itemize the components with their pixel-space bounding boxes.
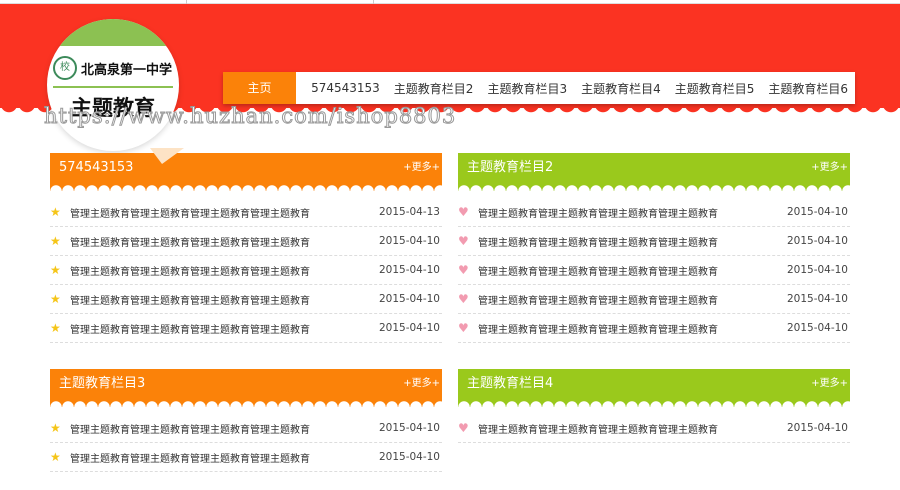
star-icon: ★: [50, 292, 61, 306]
site-logo[interactable]: 校北高泉第一中学 主题教育: [47, 19, 179, 151]
heart-icon: ♥: [458, 234, 469, 248]
panel-title[interactable]: 主题教育栏目4: [467, 376, 553, 391]
star-icon: ★: [50, 234, 61, 248]
item-title[interactable]: 管理主题教育管理主题教育管理主题教育管理主题教育: [70, 321, 379, 336]
item-date: 2015-04-10: [378, 451, 440, 463]
star-icon: ★: [50, 321, 61, 335]
item-title[interactable]: 管理主题教育管理主题教育管理主题教育管理主题教育: [70, 450, 379, 465]
school-name: 北高泉第一中学: [81, 62, 173, 78]
nav-item[interactable]: 主题教育栏目4: [574, 80, 668, 97]
nav-item[interactable]: 主题教育栏目6: [761, 80, 855, 97]
more-link[interactable]: +更多+: [403, 153, 440, 183]
heart-icon: ♥: [458, 321, 469, 335]
panel-title[interactable]: 主题教育栏目3: [59, 376, 145, 391]
main-nav: 主页 574543153 主题教育栏目2 主题教育栏目3 主题教育栏目4 主题教育栏目5 主…: [223, 72, 855, 104]
item-date: 2015-04-10: [378, 322, 440, 334]
star-icon: ★: [50, 450, 61, 464]
nav-item[interactable]: 主题教育栏目5: [668, 80, 762, 97]
item-title[interactable]: 管理主题教育管理主题教育管理主题教育管理主题教育: [70, 421, 379, 436]
school-seal-icon: 校: [53, 56, 77, 80]
more-link[interactable]: +更多+: [403, 369, 440, 399]
heart-icon: ♥: [458, 292, 469, 306]
item-title[interactable]: 管理主题教育管理主题教育管理主题教育管理主题教育: [478, 205, 787, 220]
item-date: 2015-04-10: [786, 235, 848, 247]
item-date: 2015-04-10: [378, 264, 440, 276]
item-date: 2015-04-10: [378, 235, 440, 247]
heart-icon: ♥: [458, 263, 469, 277]
list-item[interactable]: ★ 管理主题教育管理主题教育管理主题教育管理主题教育 2015-04-10: [50, 414, 442, 443]
list-item[interactable]: ♥ 管理主题教育管理主题教育管理主题教育管理主题教育 2015-04-10: [458, 314, 850, 343]
item-title[interactable]: 管理主题教育管理主题教育管理主题教育管理主题教育: [478, 292, 787, 307]
item-title[interactable]: 管理主题教育管理主题教育管理主题教育管理主题教育: [70, 292, 379, 307]
panel-wave: [458, 183, 850, 191]
panel-574543153: 574543153 +更多+ ★ 管理主题教育管理主题教育管理主题教育管理主题教育 20…: [50, 153, 442, 343]
nav-home[interactable]: 主页: [223, 72, 297, 104]
logo-bubble-tail: [150, 148, 184, 164]
item-title[interactable]: 管理主题教育管理主题教育管理主题教育管理主题教育: [70, 205, 379, 220]
star-icon: ★: [50, 421, 61, 435]
panel-header: 主题教育栏目2 +更多+: [458, 153, 850, 183]
nav-item[interactable]: 主题教育栏目2: [387, 80, 481, 97]
more-link[interactable]: +更多+: [811, 369, 848, 399]
more-link[interactable]: +更多+: [811, 153, 848, 183]
panel-wave: [50, 183, 442, 191]
panel-column-3: 主题教育栏目3 +更多+ ★ 管理主题教育管理主题教育管理主题教育管理主题教育 2015…: [50, 369, 442, 472]
list-item[interactable]: ★ 管理主题教育管理主题教育管理主题教育管理主题教育 2015-04-10: [50, 443, 442, 472]
panel-column-2: 主题教育栏目2 +更多+ ♥ 管理主题教育管理主题教育管理主题教育管理主题教育 2015…: [458, 153, 850, 343]
list-item[interactable]: ♥ 管理主题教育管理主题教育管理主题教育管理主题教育 2015-04-10: [458, 256, 850, 285]
heart-icon: ♥: [458, 421, 469, 435]
list-item[interactable]: ★ 管理主题教育管理主题教育管理主题教育管理主题教育 2015-04-13: [50, 198, 442, 227]
panel-title[interactable]: 574543153: [59, 160, 133, 175]
item-title[interactable]: 管理主题教育管理主题教育管理主题教育管理主题教育: [478, 421, 787, 436]
list-item[interactable]: ★ 管理主题教育管理主题教育管理主题教育管理主题教育 2015-04-10: [50, 227, 442, 256]
item-title[interactable]: 管理主题教育管理主题教育管理主题教育管理主题教育: [478, 321, 787, 336]
item-date: 2015-04-13: [378, 206, 440, 218]
star-icon: ★: [50, 205, 61, 219]
site-title: 主题教育: [71, 95, 155, 120]
item-date: 2015-04-10: [378, 293, 440, 305]
panel-wave: [50, 399, 442, 407]
item-date: 2015-04-10: [786, 322, 848, 334]
list-item[interactable]: ♥ 管理主题教育管理主题教育管理主题教育管理主题教育 2015-04-10: [458, 414, 850, 443]
list-item[interactable]: ♥ 管理主题教育管理主题教育管理主题教育管理主题教育 2015-04-10: [458, 198, 850, 227]
panel-wave: [458, 399, 850, 407]
heart-icon: ♥: [458, 205, 469, 219]
item-title[interactable]: 管理主题教育管理主题教育管理主题教育管理主题教育: [478, 234, 787, 249]
panel-column-4: 主题教育栏目4 +更多+ ♥ 管理主题教育管理主题教育管理主题教育管理主题教育 2015…: [458, 369, 850, 443]
panel-header: 主题教育栏目4 +更多+: [458, 369, 850, 399]
item-date: 2015-04-10: [786, 206, 848, 218]
item-title[interactable]: 管理主题教育管理主题教育管理主题教育管理主题教育: [70, 234, 379, 249]
panel-title[interactable]: 主题教育栏目2: [467, 160, 553, 175]
item-title[interactable]: 管理主题教育管理主题教育管理主题教育管理主题教育: [70, 263, 379, 278]
item-date: 2015-04-10: [378, 422, 440, 434]
nav-item[interactable]: 主题教育栏目3: [480, 80, 574, 97]
panel-header: 574543153 +更多+: [50, 153, 442, 183]
star-icon: ★: [50, 263, 61, 277]
list-item[interactable]: ★ 管理主题教育管理主题教育管理主题教育管理主题教育 2015-04-10: [50, 256, 442, 285]
list-item[interactable]: ★ 管理主题教育管理主题教育管理主题教育管理主题教育 2015-04-10: [50, 285, 442, 314]
item-date: 2015-04-10: [786, 422, 848, 434]
item-title[interactable]: 管理主题教育管理主题教育管理主题教育管理主题教育: [478, 263, 787, 278]
item-date: 2015-04-10: [786, 264, 848, 276]
panel-header: 主题教育栏目3 +更多+: [50, 369, 442, 399]
list-item[interactable]: ★ 管理主题教育管理主题教育管理主题教育管理主题教育 2015-04-10: [50, 314, 442, 343]
list-item[interactable]: ♥ 管理主题教育管理主题教育管理主题教育管理主题教育 2015-04-10: [458, 227, 850, 256]
nav-item[interactable]: 574543153: [304, 81, 387, 95]
list-item[interactable]: ♥ 管理主题教育管理主题教育管理主题教育管理主题教育 2015-04-10: [458, 285, 850, 314]
item-date: 2015-04-10: [786, 293, 848, 305]
